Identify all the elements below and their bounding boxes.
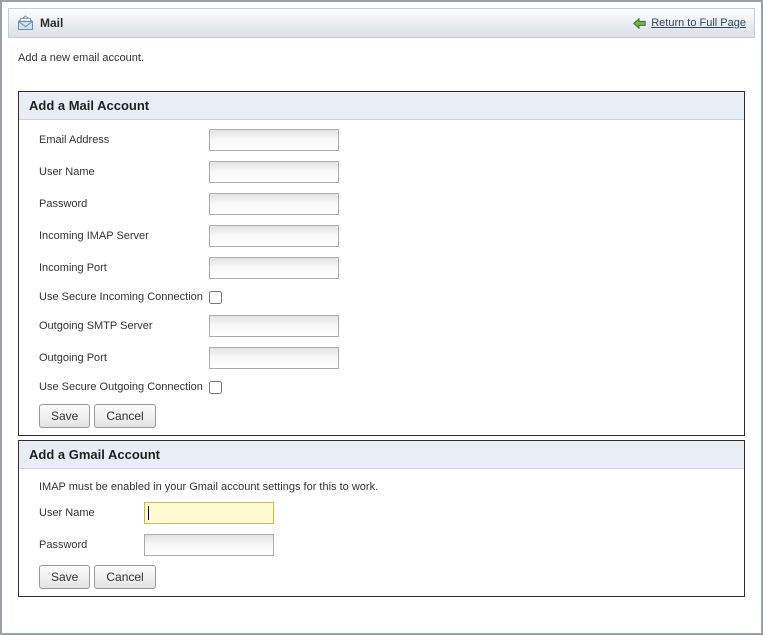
incoming-imap-server-label: Incoming IMAP Server bbox=[39, 230, 209, 242]
form-row-gmail-user-name: User Name bbox=[39, 497, 724, 529]
gmail-account-panel: Add a Gmail Account IMAP must be enabled… bbox=[18, 440, 745, 597]
use-secure-outgoing-label: Use Secure Outgoing Connection bbox=[39, 381, 209, 393]
mail-cancel-button[interactable]: Cancel bbox=[94, 404, 155, 428]
gmail-password-label: Password bbox=[39, 539, 144, 551]
form-row-incoming-imap-server: Incoming IMAP Server bbox=[39, 220, 724, 252]
form-row-password: Password bbox=[39, 188, 724, 220]
gmail-panel-title: Add a Gmail Account bbox=[19, 441, 744, 469]
outgoing-smtp-server-input[interactable] bbox=[209, 315, 339, 337]
gmail-save-button[interactable]: Save bbox=[39, 565, 90, 589]
text-cursor bbox=[148, 506, 149, 520]
incoming-port-label: Incoming Port bbox=[39, 262, 209, 274]
use-secure-outgoing-checkbox[interactable] bbox=[209, 381, 222, 394]
gmail-user-name-label: User Name bbox=[39, 507, 144, 519]
form-row-gmail-password: Password bbox=[39, 529, 724, 561]
mail-portlet-page: Mail Return to Full Page Add a new email… bbox=[0, 0, 763, 635]
gmail-user-name-input-wrap bbox=[144, 502, 274, 524]
user-name-input[interactable] bbox=[209, 161, 339, 183]
gmail-password-input[interactable] bbox=[144, 534, 274, 556]
use-secure-incoming-label: Use Secure Incoming Connection bbox=[39, 291, 209, 303]
mail-panel-title: Add a Mail Account bbox=[19, 92, 744, 120]
envelope-icon bbox=[16, 15, 35, 31]
incoming-imap-server-input[interactable] bbox=[209, 225, 339, 247]
portlet-title-group: Mail bbox=[16, 15, 63, 31]
gmail-button-row: Save Cancel bbox=[39, 564, 724, 590]
mail-save-button[interactable]: Save bbox=[39, 404, 90, 428]
gmail-cancel-button[interactable]: Cancel bbox=[94, 565, 155, 589]
use-secure-incoming-checkbox[interactable] bbox=[209, 291, 222, 304]
password-input[interactable] bbox=[209, 193, 339, 215]
intro-text: Add a new email account. bbox=[18, 52, 755, 66]
user-name-label: User Name bbox=[39, 166, 209, 178]
form-row-outgoing-smtp-server: Outgoing SMTP Server bbox=[39, 310, 724, 342]
gmail-account-form: IMAP must be enabled in your Gmail accou… bbox=[19, 469, 744, 596]
outgoing-port-input[interactable] bbox=[209, 347, 339, 369]
mail-button-row: Save Cancel bbox=[39, 403, 724, 429]
form-row-user-name: User Name bbox=[39, 156, 724, 188]
gmail-user-name-input[interactable] bbox=[144, 502, 274, 524]
portlet-title: Mail bbox=[40, 16, 63, 30]
mail-account-panel: Add a Mail Account Email Address User Na… bbox=[18, 91, 745, 436]
email-address-input[interactable] bbox=[209, 129, 339, 151]
outgoing-port-label: Outgoing Port bbox=[39, 352, 209, 364]
incoming-port-input[interactable] bbox=[209, 257, 339, 279]
green-left-arrow-icon bbox=[633, 18, 646, 29]
form-row-secure-outgoing: Use Secure Outgoing Connection bbox=[39, 374, 724, 400]
form-row-outgoing-port: Outgoing Port bbox=[39, 342, 724, 374]
mail-account-form: Email Address User Name Password Incomin… bbox=[19, 120, 744, 435]
form-row-email-address: Email Address bbox=[39, 124, 724, 156]
portlet-title-bar: Mail Return to Full Page bbox=[8, 8, 755, 38]
form-row-secure-incoming: Use Secure Incoming Connection bbox=[39, 284, 724, 310]
return-link-group[interactable]: Return to Full Page bbox=[633, 17, 746, 29]
return-to-full-page-link[interactable]: Return to Full Page bbox=[651, 17, 746, 29]
email-address-label: Email Address bbox=[39, 134, 209, 146]
password-label: Password bbox=[39, 198, 209, 210]
gmail-description: IMAP must be enabled in your Gmail accou… bbox=[39, 481, 724, 493]
outgoing-smtp-server-label: Outgoing SMTP Server bbox=[39, 320, 209, 332]
form-row-incoming-port: Incoming Port bbox=[39, 252, 724, 284]
